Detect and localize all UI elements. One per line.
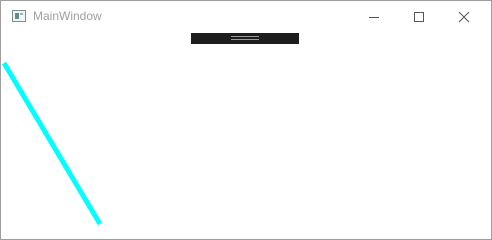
close-button[interactable] [441,1,487,32]
minimize-icon [369,17,379,18]
window-title: MainWindow [33,9,102,23]
client-area [1,32,491,239]
drawing-canvas [1,61,103,226]
app-window-icon [12,10,26,22]
cyan-line [1,61,103,226]
maximize-button[interactable] [396,1,442,32]
main-window: MainWindow [0,0,492,240]
minimize-button[interactable] [351,1,397,32]
close-icon [458,11,470,23]
maximize-icon [414,12,424,22]
title-bar[interactable]: MainWindow [1,1,491,32]
